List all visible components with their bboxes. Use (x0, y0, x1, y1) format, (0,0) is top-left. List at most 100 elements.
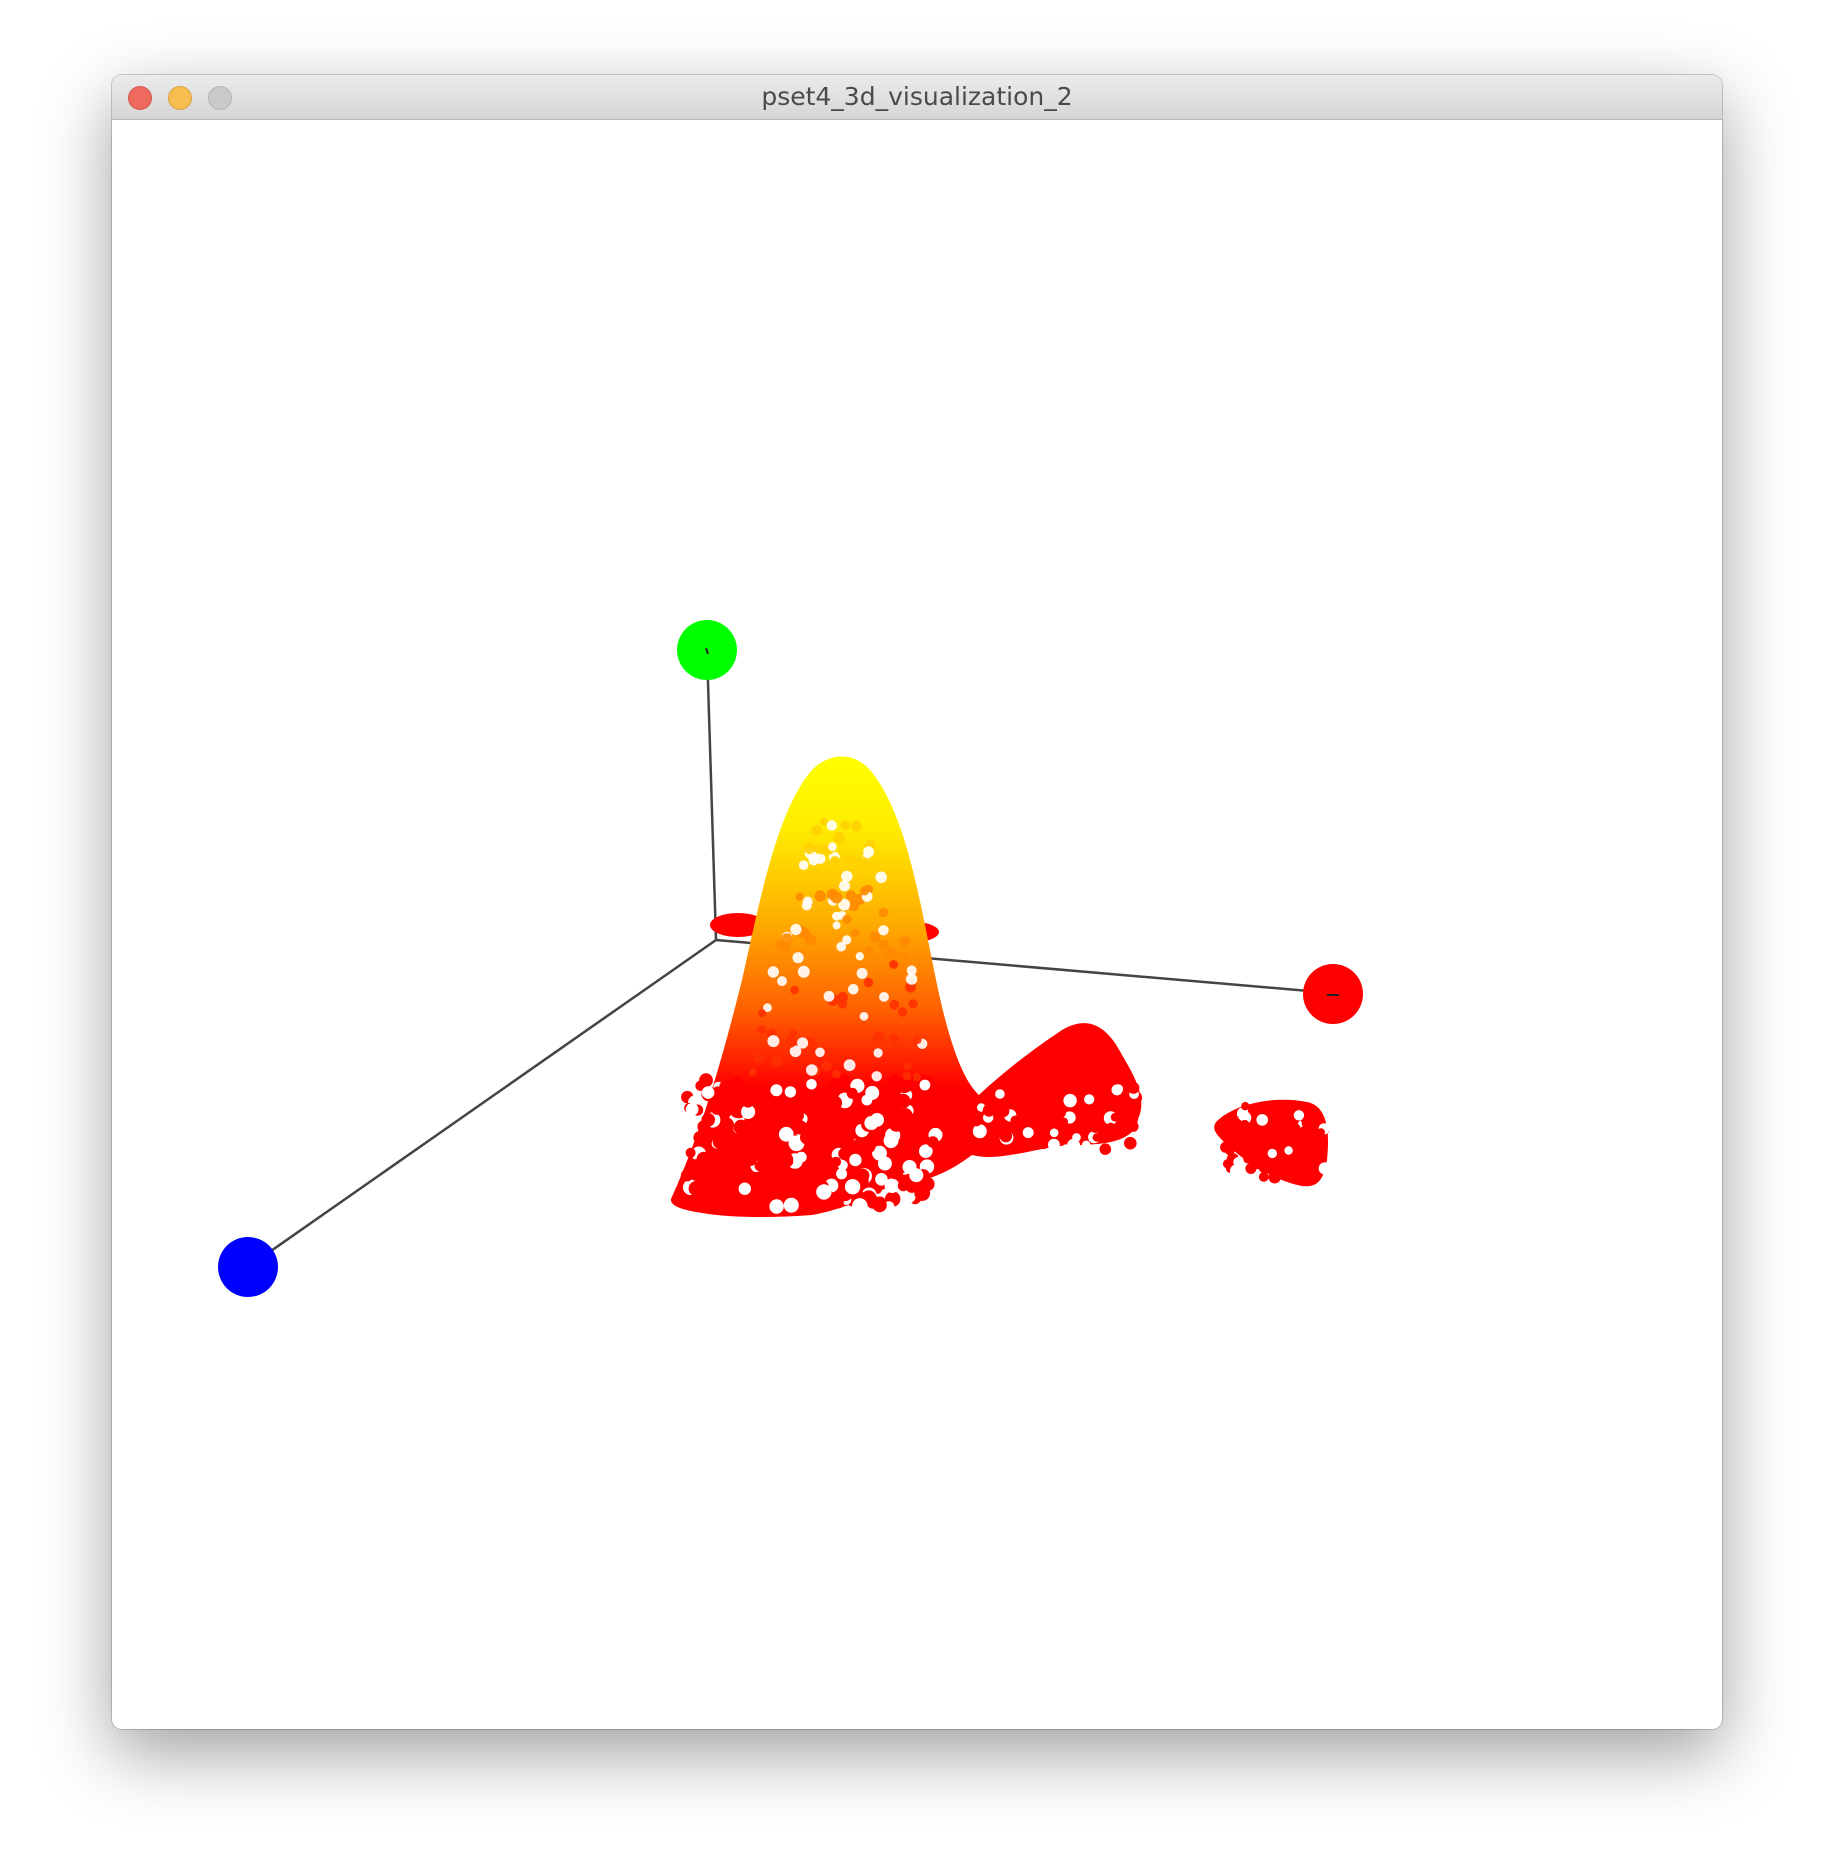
surface-point (757, 1025, 766, 1035)
title-bar[interactable]: pset4_3d_visualization_2 (112, 75, 1722, 120)
surface-point (1089, 1120, 1102, 1133)
surface-point (844, 1179, 861, 1195)
surface-point (902, 1071, 912, 1081)
surface-point (816, 1184, 832, 1200)
surface-point (795, 892, 804, 901)
surface-point (732, 1078, 743, 1090)
surface-point (873, 1096, 889, 1112)
surface-point (1283, 1158, 1296, 1171)
surface-point (878, 907, 889, 918)
surface-point (842, 914, 852, 924)
surface-point (1267, 1148, 1278, 1159)
surface-point (762, 1154, 779, 1170)
surface-point (833, 831, 846, 844)
surface-point (1015, 1105, 1029, 1118)
surface-point (826, 1095, 843, 1111)
surface-point (778, 1126, 794, 1142)
surface-point (767, 966, 779, 978)
surface-point (792, 952, 804, 964)
z-axis-line (247, 938, 717, 1269)
surface-point (872, 1031, 885, 1043)
surface-point (789, 1029, 798, 1038)
surface-point (1293, 1110, 1305, 1121)
surface-point (908, 999, 918, 1009)
surface-point (1042, 1095, 1054, 1107)
surface-point (805, 1090, 816, 1101)
surface-point (863, 977, 874, 988)
surface-point (847, 854, 856, 863)
surface-point (879, 992, 889, 1002)
surface-point (815, 1047, 825, 1058)
surface-point (888, 1115, 905, 1132)
surface-point (1072, 1133, 1081, 1142)
surface-point (856, 967, 868, 979)
surface-point (895, 1144, 905, 1155)
surface-point (830, 1156, 842, 1167)
surface-point (836, 957, 845, 967)
surface-point (909, 1168, 924, 1183)
surface-point (1049, 1128, 1059, 1138)
surface-point (849, 1153, 862, 1167)
surface-point (748, 1068, 757, 1077)
surface-point (912, 1072, 922, 1082)
surface-point (1111, 1084, 1123, 1096)
surface-point (972, 1117, 982, 1127)
surface-point (792, 1119, 807, 1135)
surface-point (826, 820, 837, 831)
surface-point (991, 1143, 1000, 1152)
surface-point (1029, 1088, 1042, 1101)
surface-point (900, 1080, 912, 1093)
surface-point (895, 1093, 911, 1109)
surface-point (1027, 1137, 1040, 1150)
surface-point (885, 948, 898, 960)
surface-point (741, 1095, 755, 1108)
surface-point (889, 999, 900, 1010)
surface-point (914, 1185, 931, 1201)
surface-point (758, 1009, 767, 1018)
surface-point (875, 871, 887, 884)
surface-point (865, 945, 873, 954)
surface-point (997, 1105, 1010, 1118)
surface-point (685, 1103, 699, 1116)
surface-point (1051, 1093, 1063, 1105)
surface-point (802, 896, 813, 907)
surface-point (797, 965, 810, 978)
surface-point (892, 1155, 903, 1166)
surface-point (828, 842, 837, 852)
surface-point (767, 1035, 780, 1048)
surface-point (781, 1173, 794, 1186)
surface-point (838, 1147, 851, 1161)
surface-point (719, 1117, 735, 1132)
surface-point (889, 960, 899, 969)
visualization-canvas[interactable] (112, 120, 1722, 1729)
surface-point (1254, 1126, 1268, 1140)
surface-point (780, 942, 791, 953)
surface-point (846, 1087, 858, 1099)
surface-point (884, 1178, 900, 1193)
surface-point (773, 1114, 786, 1128)
surface-point (927, 1136, 939, 1148)
surface-point (1243, 1150, 1253, 1160)
surface-point (872, 1128, 884, 1141)
surface-point (781, 933, 793, 945)
surface-point (1076, 1117, 1087, 1128)
surface-point (1301, 1117, 1313, 1129)
surface-point (815, 1089, 829, 1104)
surface-point (1081, 1079, 1096, 1094)
surface-point (793, 1110, 804, 1122)
surface-point (1268, 1171, 1281, 1184)
surface-point (1120, 1102, 1130, 1113)
surface-point (816, 1125, 831, 1140)
surface-point (840, 820, 851, 831)
surface-point (1225, 1146, 1235, 1156)
surface-point (1022, 1127, 1034, 1139)
surface-point (839, 880, 850, 892)
surface-point (860, 857, 872, 868)
surface-point (808, 855, 819, 866)
surface-point (1127, 1082, 1140, 1094)
surface-point (680, 1169, 694, 1182)
surface-point (806, 1079, 817, 1090)
surface-point (883, 1133, 899, 1149)
surface-point (1118, 1114, 1132, 1128)
surface-point (832, 1069, 841, 1079)
